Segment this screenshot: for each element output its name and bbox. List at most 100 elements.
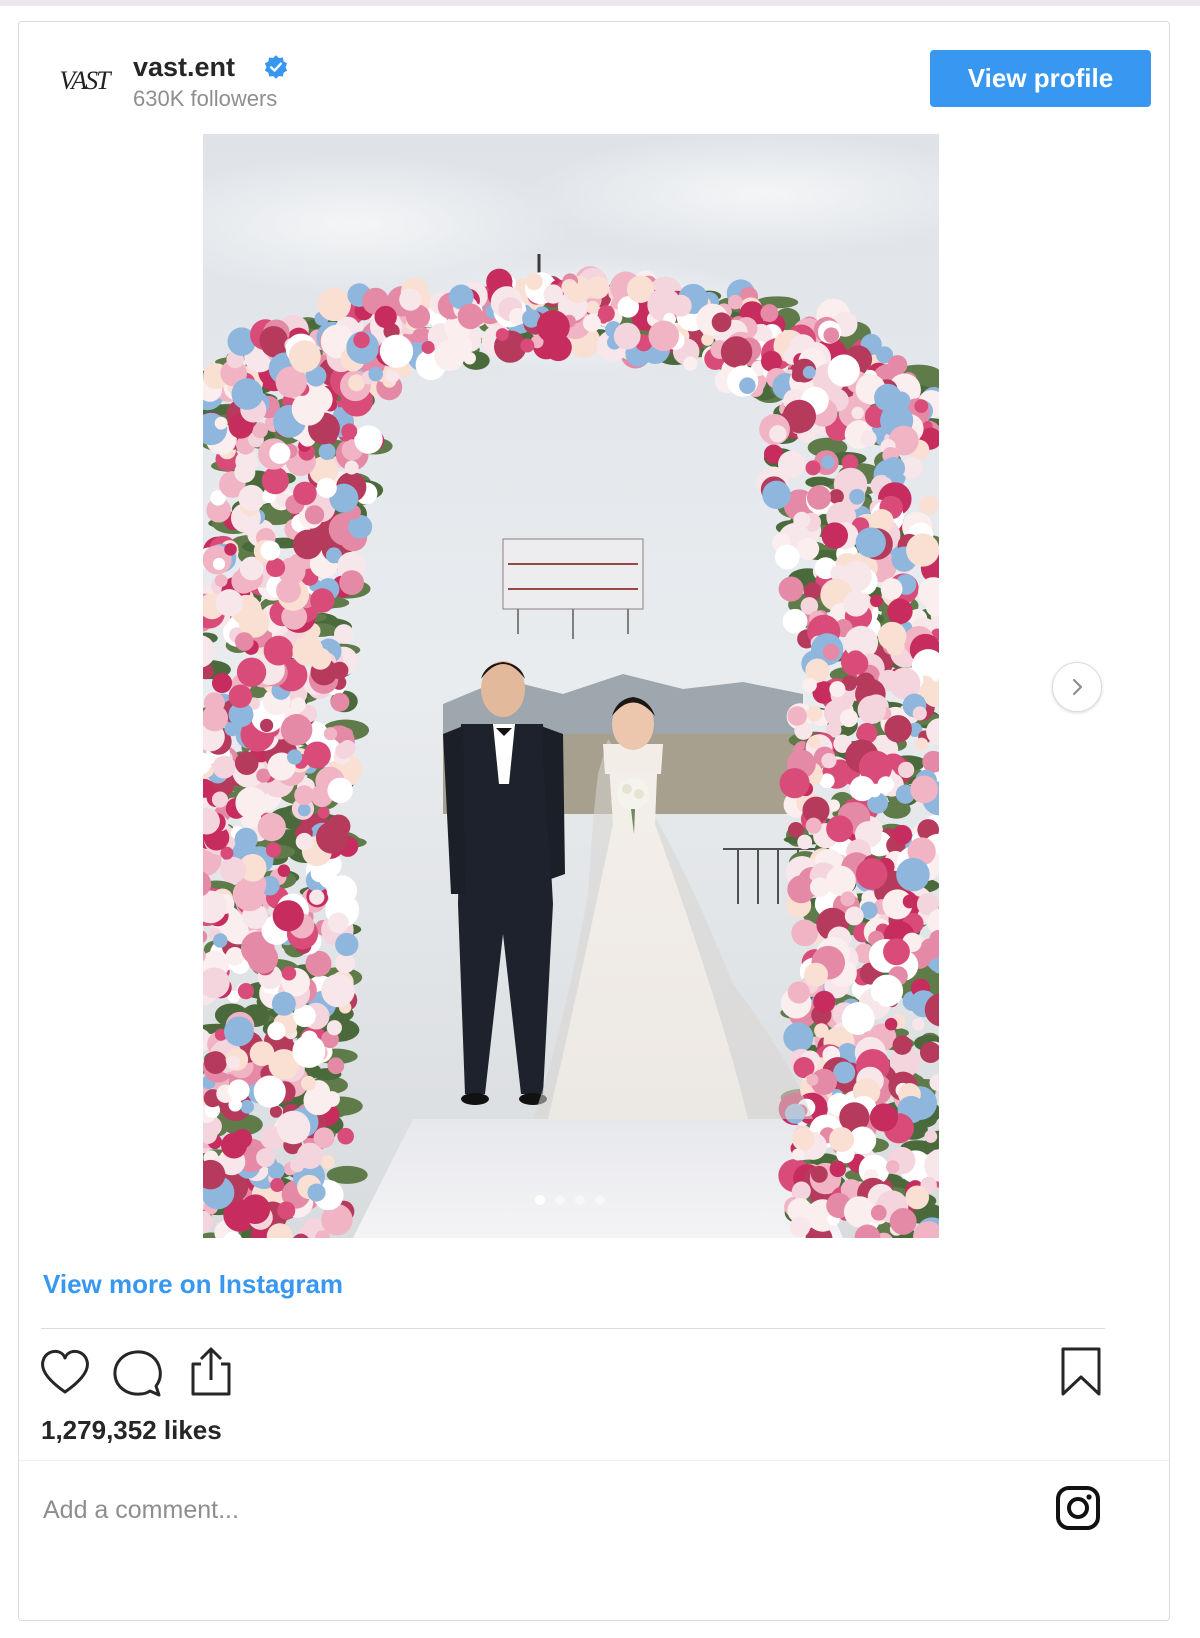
arch-flower [292, 635, 324, 667]
arch-flower [286, 749, 303, 765]
arch-flower [276, 1110, 311, 1145]
arch-flower [335, 742, 352, 760]
arch-flower [270, 1178, 285, 1193]
account-name[interactable]: vast.ent [133, 52, 235, 83]
arch-flower [843, 1196, 876, 1228]
arch-flower [827, 354, 860, 387]
arch-flower [840, 891, 856, 907]
arch-flower [808, 735, 821, 748]
account-avatar[interactable]: VAST [53, 62, 115, 100]
arch-flower [269, 442, 291, 464]
arch-flower [368, 366, 383, 382]
instagram-logo-icon[interactable] [1055, 1485, 1101, 1531]
arch-flower [214, 574, 228, 588]
arch-flower [327, 1057, 345, 1075]
arch-flower [806, 705, 823, 722]
arch-flower [236, 657, 267, 687]
heart-icon[interactable] [39, 1348, 91, 1396]
arch-flower [855, 527, 886, 558]
arch-flower [303, 741, 331, 769]
arch-flower [868, 784, 881, 798]
arch-flower [213, 933, 228, 948]
arch-flower [793, 511, 811, 529]
arch-flower [870, 594, 883, 608]
next-photo-button[interactable] [1052, 662, 1102, 712]
arch-flower [227, 1079, 250, 1102]
arch-flower [829, 489, 844, 504]
instagram-embed-card: VAST vast.ent 630K followers View profil… [18, 21, 1170, 1621]
arch-flower [870, 1204, 887, 1221]
arch-flower [297, 803, 311, 817]
chevron-right-icon [1072, 678, 1083, 696]
bookmark-icon[interactable] [1059, 1346, 1103, 1398]
like-count[interactable]: 1,279,352 likes [41, 1415, 222, 1446]
arch-flower [613, 322, 641, 350]
arch-flower [237, 982, 255, 1000]
arch-flower [845, 652, 869, 675]
arch-flower [341, 423, 358, 440]
comment-bar [19, 1460, 1169, 1621]
arch-flower [212, 755, 236, 779]
arch-flower [277, 864, 291, 877]
arch-flower [810, 1165, 828, 1183]
arch-flower [797, 834, 813, 850]
arch-flower [300, 1075, 316, 1091]
arch-flower [313, 1127, 335, 1149]
arch-flower [445, 333, 473, 361]
arch-flower [792, 1127, 815, 1151]
arch-flower [224, 543, 237, 556]
follower-count: 630K followers [133, 86, 278, 111]
arch-flower [353, 331, 370, 349]
arch-flower [219, 856, 247, 884]
arch-flower [720, 336, 753, 368]
carousel-dot [575, 1195, 585, 1205]
arch-flower [857, 695, 886, 724]
arch-flower [291, 392, 326, 426]
arch-flower [335, 953, 356, 974]
arch-flower [543, 284, 563, 304]
arch-flower [288, 340, 321, 373]
arch-flower [536, 310, 570, 344]
share-icon[interactable] [187, 1346, 235, 1398]
arch-flower [597, 305, 615, 323]
arch-flower [919, 495, 939, 515]
arch-flower [334, 624, 354, 644]
arch-flower [203, 692, 225, 714]
arch-flower [235, 786, 268, 820]
arch-flower [344, 460, 359, 475]
arch-flower [802, 365, 816, 379]
arch-flower [821, 752, 837, 769]
browser-top-strip [0, 0, 1200, 6]
arch-flower [317, 287, 351, 322]
arch-flower [280, 713, 313, 746]
arch-flower [224, 1016, 254, 1047]
arch-flower [791, 919, 819, 947]
arch-flower [762, 480, 791, 510]
arch-flower [257, 812, 286, 842]
arch-flower [869, 1103, 899, 1132]
arch-flower [495, 328, 509, 342]
carousel-dot [595, 1195, 605, 1205]
comment-input[interactable] [41, 1489, 945, 1531]
view-more-link[interactable]: View more on Instagram [43, 1269, 343, 1300]
comment-icon[interactable] [111, 1348, 163, 1398]
arch-flower [586, 300, 600, 315]
arch-flower [849, 488, 865, 505]
arch-flower [354, 425, 383, 454]
view-profile-button[interactable]: View profile [930, 50, 1151, 107]
arch-flower [412, 328, 427, 343]
arch-flower [421, 340, 435, 354]
arch-flower [215, 589, 243, 617]
arch-flower [272, 900, 304, 932]
arch-flower [796, 537, 820, 561]
arch-flower [882, 456, 906, 480]
arch-flower [910, 775, 939, 804]
arch-flower [234, 827, 258, 851]
post-photo[interactable] [203, 134, 939, 1238]
arch-flower [253, 1075, 286, 1108]
arch-flower [256, 1148, 276, 1168]
arch-flower [829, 681, 846, 698]
arch-flower [855, 858, 888, 890]
arch-flower [520, 338, 535, 353]
arch-flower [457, 303, 484, 330]
